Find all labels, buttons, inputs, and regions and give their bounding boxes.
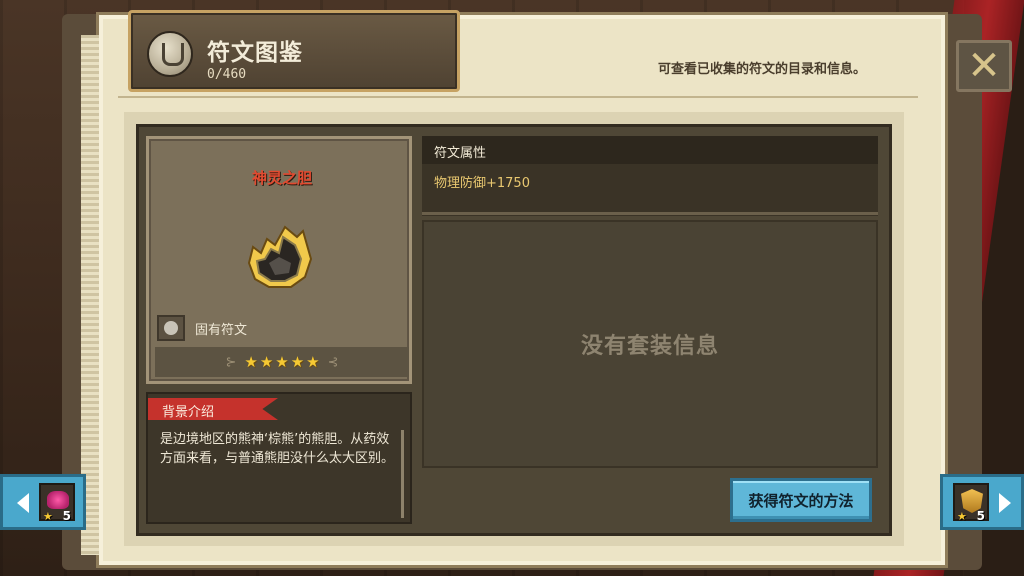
rune-book-icon: [147, 31, 193, 77]
star-icon: ★: [43, 510, 53, 523]
next-rune-button[interactable]: ★ 5: [940, 474, 1024, 530]
star-icon: ★: [306, 353, 320, 371]
title-plate: 符文图鉴 0/460: [128, 10, 460, 92]
rune-thumbnail-icon: [47, 491, 69, 509]
rune-type-row: 固有符文: [155, 313, 405, 343]
star-icon: ★: [275, 353, 289, 371]
attribute-header: 符文属性: [422, 136, 878, 164]
star-icon: ★: [259, 353, 274, 371]
divider: [422, 212, 878, 215]
rune-type-label: 固有符文: [195, 323, 248, 338]
prev-rune-stars: 5: [62, 509, 71, 523]
rune-gallbladder-icon: [247, 225, 313, 288]
star-rating: ⊱ ★ ★ ★ ★ ★ ⊰: [155, 347, 409, 377]
set-info-panel: 没有套装信息: [422, 220, 878, 468]
acquire-method-button[interactable]: 获得符文的方法: [730, 478, 872, 522]
stone-icon: [157, 315, 185, 341]
rune-card: 神灵之胆 固有符文 ⊱ ★ ★ ★ ★ ★ ⊰: [146, 136, 412, 384]
background-text: 是边境地区的熊神‘棕熊’的熊胆。从药效方面来看，与普通熊胆没什么太大区别。: [160, 432, 395, 466]
close-icon: ✕: [967, 43, 1001, 89]
close-button[interactable]: ✕: [956, 40, 1012, 92]
rune-name: 神灵之胆: [251, 169, 312, 187]
page-title: 符文图鉴: [207, 40, 303, 66]
scrollbar[interactable]: [401, 430, 404, 518]
header-description: 可查看已收集的符文的目录和信息。: [657, 62, 866, 77]
set-empty-text: 没有套装信息: [580, 334, 719, 359]
next-rune-thumbnail: ★ 5: [953, 483, 989, 523]
attribute-value: 物理防御+1750: [434, 176, 530, 191]
prev-rune-thumbnail: ★ 5: [39, 483, 75, 523]
prev-rune-button[interactable]: ★ 5: [0, 474, 86, 530]
arrow-left-icon: [17, 493, 29, 513]
star-icon: ★: [290, 353, 305, 371]
attribute-panel: 符文属性 物理防御+1750: [422, 136, 878, 216]
star-icon: ★: [957, 510, 967, 523]
star-deco-left-icon: ⊱: [225, 354, 237, 370]
collection-count: 0/460: [207, 67, 247, 82]
arrow-right-icon: [999, 493, 1011, 513]
star-deco-right-icon: ⊰: [327, 354, 339, 370]
attribute-title: 符文属性: [434, 146, 487, 161]
star-icon: ★: [244, 353, 258, 371]
next-rune-stars: 5: [976, 509, 985, 523]
background-tag: 背景介绍: [148, 398, 278, 420]
background-panel: 背景介绍 是边境地区的熊神‘棕熊’的熊胆。从药效方面来看，与普通熊胆没什么太大区…: [146, 392, 412, 524]
background-tag-label: 背景介绍: [162, 405, 215, 420]
